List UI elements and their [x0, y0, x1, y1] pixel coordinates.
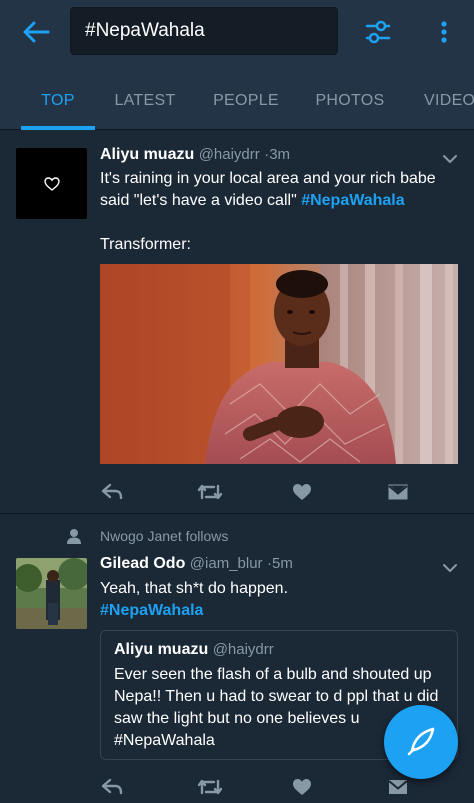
chevron-down-icon[interactable] [440, 560, 460, 576]
person-icon [66, 528, 82, 544]
social-context: Nwogo Janet follows [100, 528, 229, 544]
direct-message-icon[interactable] [386, 480, 410, 504]
retweet-icon[interactable] [196, 775, 224, 799]
hashtag-link[interactable]: #NepaWahala [301, 192, 404, 209]
tweet-header: Aliyu muazu @haiydrr ·3m [100, 146, 290, 164]
quoted-user-name: Aliyu muazu [114, 641, 209, 658]
tweet-actions [100, 775, 420, 799]
tab-top[interactable]: TOP [21, 72, 95, 130]
active-tab-indicator [21, 126, 95, 130]
heart-logo-icon [43, 176, 60, 191]
tab-videos[interactable]: VIDEOS [424, 72, 474, 130]
avatar[interactable] [16, 148, 87, 219]
retweet-icon[interactable] [196, 480, 224, 504]
quoted-user-handle: @haiydrr [212, 641, 274, 658]
search-input[interactable]: #NepaWahala [70, 7, 338, 55]
chevron-down-icon[interactable] [440, 151, 460, 167]
reply-icon[interactable] [100, 480, 124, 504]
tab-photos[interactable]: PHOTOS [312, 72, 388, 130]
tweet-caption: Transformer: [100, 236, 191, 253]
tweet[interactable]: Aliyu muazu @haiydrr ·3m It's raining in… [0, 131, 474, 513]
tweet-header: Gilead Odo @iam_blur ·5m [100, 555, 293, 573]
timestamp: 5m [272, 555, 293, 572]
reply-icon[interactable] [100, 775, 124, 799]
compose-tweet-button[interactable] [384, 705, 458, 779]
back-arrow-icon[interactable] [20, 16, 52, 48]
user-name[interactable]: Aliyu muazu [100, 146, 194, 163]
user-handle: @iam_blur [189, 555, 263, 572]
tab-people[interactable]: PEOPLE [210, 72, 282, 130]
tab-latest[interactable]: LATEST [110, 72, 180, 130]
hashtag-link[interactable]: #NepaWahala [100, 600, 440, 622]
tweet-media-image[interactable] [100, 264, 458, 464]
tweet-text-line: It's raining in your local area and your… [100, 170, 436, 187]
user-name[interactable]: Gilead Odo [100, 555, 185, 572]
timestamp: 3m [269, 146, 291, 163]
tweet-text-line: Yeah, that sh*t do happen. [100, 580, 289, 597]
tweet-text: It's raining in your local area and your… [100, 168, 450, 212]
tweet-text-line: said "let's have a video call" #NepaWaha… [100, 192, 405, 209]
top-bar: #NepaWahala TOP LATEST PEOPLE PHOTOS VID… [0, 0, 474, 130]
user-handle: @haiydrr [198, 146, 260, 163]
quoted-tweet-header: Aliyu muazu @haiydrr [114, 641, 274, 659]
compose-icon [407, 727, 435, 756]
like-icon[interactable] [290, 480, 314, 504]
tweet-actions [100, 480, 420, 504]
filter-icon[interactable] [362, 16, 394, 48]
tweet-text: Yeah, that sh*t do happen. #NepaWahala [100, 578, 440, 622]
like-icon[interactable] [290, 775, 314, 799]
avatar[interactable] [16, 558, 87, 629]
direct-message-icon[interactable] [386, 775, 410, 799]
more-vertical-icon[interactable] [432, 16, 456, 48]
tab-bar: TOP LATEST PEOPLE PHOTOS VIDEOS [0, 72, 474, 130]
